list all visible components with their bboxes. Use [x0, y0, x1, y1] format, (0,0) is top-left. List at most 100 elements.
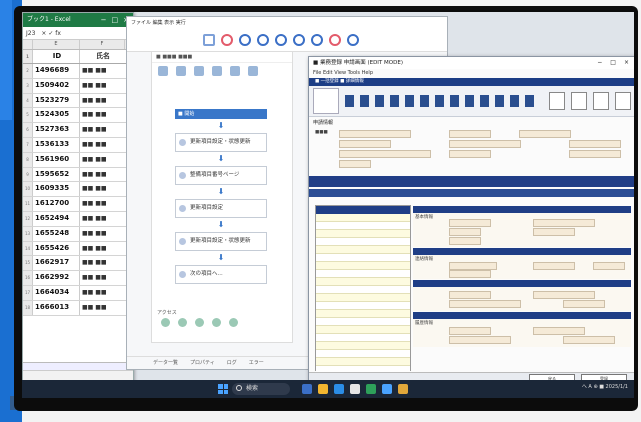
cell-name[interactable]: ■■ ■■: [80, 212, 124, 226]
column-header-f[interactable]: F: [80, 40, 125, 49]
cell-name[interactable]: ■■ ■■: [80, 301, 124, 315]
form-field[interactable]: [339, 140, 391, 148]
edge-browser-icon[interactable]: [334, 384, 344, 394]
ribbon-action-icon[interactable]: [549, 92, 565, 110]
editor-titlebar[interactable]: ファイル 編集 表示 実行: [127, 17, 447, 29]
header-id[interactable]: ID: [33, 50, 80, 63]
cell-id[interactable]: 1523279: [33, 93, 80, 108]
cell-name[interactable]: ■■ ■■: [80, 242, 124, 256]
cell-id[interactable]: 1536133: [33, 137, 80, 152]
ribbon-button-icon[interactable]: [435, 95, 444, 107]
list-item[interactable]: [316, 302, 410, 310]
cell-name[interactable]: ■■ ■■: [80, 123, 124, 137]
table-row[interactable]: 13 1655248 ■■ ■■: [23, 226, 133, 242]
minimize-icon[interactable]: −: [101, 13, 107, 27]
excel-icon[interactable]: [366, 384, 376, 394]
cell-id[interactable]: 1595652: [33, 167, 80, 182]
variable-icon[interactable]: [161, 318, 170, 327]
form-field[interactable]: [563, 336, 615, 344]
help-icon[interactable]: [347, 34, 359, 46]
ribbon-button-icon[interactable]: [450, 95, 459, 107]
store-icon[interactable]: [350, 384, 360, 394]
cell-id[interactable]: 1662992: [33, 271, 80, 285]
business-form-window[interactable]: ■ 業務登録 申請画面 (EDIT MODE) − □ × File Edit …: [308, 56, 634, 384]
ribbon-action-icon[interactable]: [615, 92, 631, 110]
form-field[interactable]: [449, 237, 481, 245]
activity-icon[interactable]: [194, 66, 204, 76]
cell-name[interactable]: ■■ ■■: [80, 197, 124, 211]
form-field[interactable]: [449, 262, 497, 270]
cell-id[interactable]: 1524305: [33, 108, 80, 123]
table-row[interactable]: 9 1595652 ■■ ■■: [23, 167, 133, 183]
column-header-e[interactable]: E: [33, 40, 80, 49]
form-titlebar[interactable]: ■ 業務登録 申請画面 (EDIT MODE) − □ ×: [309, 57, 634, 69]
form-field[interactable]: [533, 219, 595, 227]
variable-icon[interactable]: [195, 318, 204, 327]
form-field[interactable]: [533, 327, 585, 335]
cell-id[interactable]: 1561960: [33, 152, 80, 167]
list-item[interactable]: [316, 310, 410, 318]
spreadsheet-titlebar[interactable]: ブック1 - Excel − □ ×: [23, 13, 133, 27]
cell-id[interactable]: 1609335: [33, 182, 80, 197]
record-list-grid[interactable]: [315, 205, 411, 382]
form-field[interactable]: [519, 130, 571, 138]
list-item[interactable]: [316, 254, 410, 262]
corner-cell[interactable]: [23, 40, 33, 49]
table-row[interactable]: 12 1652494 ■■ ■■: [23, 211, 133, 227]
ribbon-button-icon[interactable]: [345, 95, 354, 107]
list-item[interactable]: [316, 294, 410, 302]
tab-log[interactable]: ログ: [227, 357, 237, 369]
ribbon-button-icon[interactable]: [375, 95, 384, 107]
variable-icon[interactable]: [178, 318, 187, 327]
table-row[interactable]: 15 1662917 ■■ ■■: [23, 256, 133, 272]
cell-id[interactable]: 1664034: [33, 285, 80, 300]
stop-icon[interactable]: [329, 34, 341, 46]
ribbon-button-icon[interactable]: [390, 95, 399, 107]
table-row[interactable]: 10 1609335 ■■ ■■: [23, 182, 133, 198]
cell-id[interactable]: 1666013: [33, 300, 80, 315]
cell-name[interactable]: ■■ ■■: [80, 256, 124, 270]
list-item[interactable]: [316, 358, 410, 366]
list-item[interactable]: [316, 238, 410, 246]
cell-id[interactable]: 1496689: [33, 64, 80, 78]
cell-id[interactable]: 1655426: [33, 241, 80, 256]
form-field[interactable]: [339, 130, 411, 138]
table-row[interactable]: 3 1509402 ■■ ■■: [23, 78, 133, 94]
cell-name[interactable]: ■■ ■■: [80, 64, 124, 78]
maximize-icon[interactable]: □: [610, 57, 616, 69]
flow-start-header[interactable]: ■ 開始: [175, 109, 267, 119]
square-icon[interactable]: [203, 34, 215, 46]
cell-id[interactable]: 1655248: [33, 226, 80, 241]
form-field[interactable]: [449, 140, 521, 148]
table-row[interactable]: 14 1655426 ■■ ■■: [23, 241, 133, 257]
flow-step[interactable]: 更新項目設定: [175, 199, 267, 218]
ribbon-action-icon[interactable]: [571, 92, 587, 110]
form-field[interactable]: [449, 300, 521, 308]
ribbon-button-icon[interactable]: [420, 95, 429, 107]
automation-app-icon[interactable]: [382, 384, 392, 394]
ribbon-button-icon[interactable]: [510, 95, 519, 107]
variable-icon[interactable]: [229, 318, 238, 327]
debug-icon[interactable]: [311, 34, 323, 46]
flow-step[interactable]: 整備項目番号ページ: [175, 166, 267, 185]
list-item[interactable]: [316, 214, 410, 222]
table-row[interactable]: 18 1666013 ■■ ■■: [23, 300, 133, 316]
activity-icon[interactable]: [158, 66, 168, 76]
windows-start-icon[interactable]: [218, 384, 228, 394]
table-row[interactable]: 17 1664034 ■■ ■■: [23, 285, 133, 301]
form-field[interactable]: [449, 219, 491, 227]
table-row[interactable]: 11 1612700 ■■ ■■: [23, 197, 133, 212]
table-row[interactable]: 7 1536133 ■■ ■■: [23, 137, 133, 153]
cell-name[interactable]: ■■ ■■: [80, 286, 124, 300]
form-menubar[interactable]: File Edit View Tools Help: [309, 69, 634, 78]
form-field[interactable]: [563, 300, 605, 308]
cell-id[interactable]: 1662917: [33, 256, 80, 271]
table-row[interactable]: 16 1662992 ■■ ■■: [23, 271, 133, 286]
ribbon-button-icon[interactable]: [360, 95, 369, 107]
cell-name[interactable]: ■■ ■■: [80, 79, 124, 93]
form-field[interactable]: [449, 270, 491, 278]
list-item[interactable]: [316, 278, 410, 286]
minimize-icon[interactable]: −: [597, 57, 602, 69]
close-icon[interactable]: ×: [624, 57, 629, 69]
cell-id[interactable]: 1509402: [33, 78, 80, 93]
